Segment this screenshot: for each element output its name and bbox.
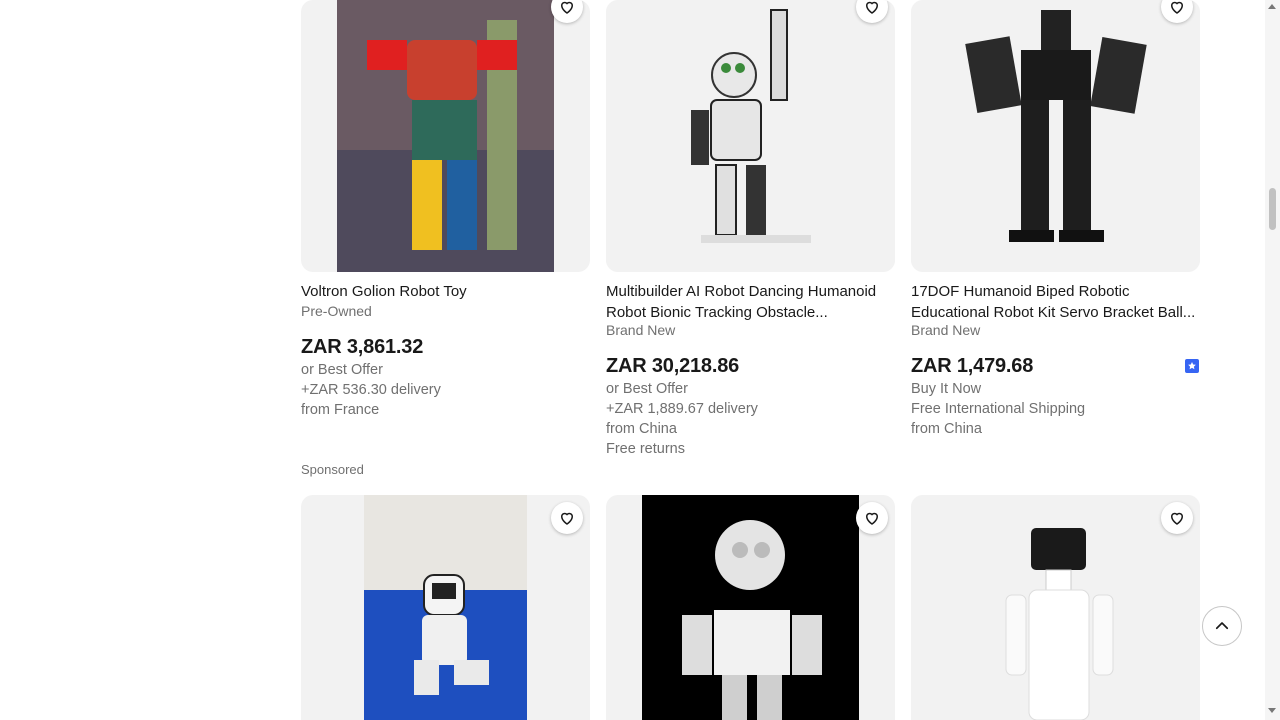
listing-image[interactable] [301, 495, 590, 720]
listing-title[interactable]: Voltron Golion Robot Toy [301, 281, 591, 302]
heart-icon [560, 1, 574, 14]
heart-icon [1170, 512, 1184, 525]
heart-icon [865, 512, 879, 525]
heart-icon [865, 1, 879, 14]
listing-price: ZAR 1,479.68 [911, 355, 1034, 377]
watch-button[interactable] [551, 0, 583, 23]
listing-image[interactable] [606, 495, 895, 720]
product-photo [642, 495, 859, 720]
product-photo [606, 0, 895, 272]
top-rated-seller-icon [1184, 358, 1200, 374]
scrollbar-thumb[interactable] [1269, 188, 1276, 230]
watch-button[interactable] [551, 502, 583, 534]
heart-icon [560, 512, 574, 525]
purchase-option: or Best Offer [606, 381, 688, 397]
listing-condition: Pre-Owned [301, 303, 372, 319]
listing-title-line-1[interactable]: Multibuilder AI Robot Dancing Humanoid [606, 281, 896, 302]
heart-icon [1170, 1, 1184, 14]
listing-title-line-2[interactable]: Robot Bionic Tracking Obstacle... [606, 302, 896, 323]
product-photo [911, 495, 1200, 720]
listing-title-line-1[interactable]: 17DOF Humanoid Biped Robotic [911, 281, 1201, 302]
listing-image[interactable] [911, 0, 1200, 272]
purchase-option: or Best Offer [301, 362, 383, 378]
scroll-up-arrow[interactable] [1268, 4, 1276, 9]
listing-condition: Brand New [911, 322, 981, 338]
watch-button[interactable] [856, 502, 888, 534]
watch-button[interactable] [1161, 502, 1193, 534]
product-photo [337, 0, 554, 272]
scrollbar[interactable] [1265, 0, 1280, 720]
sponsored-label: Sponsored [301, 462, 364, 477]
listing-price: ZAR 30,218.86 [606, 355, 740, 377]
listing-condition: Brand New [606, 322, 676, 338]
item-location: from China [606, 421, 677, 437]
chevron-up-icon [1215, 622, 1229, 630]
listing-image[interactable] [606, 0, 895, 272]
delivery-cost: +ZAR 1,889.67 delivery [606, 401, 758, 417]
back-to-top-button[interactable] [1202, 606, 1242, 646]
listing-image[interactable] [301, 0, 590, 272]
shipping-info: Free International Shipping [911, 401, 1086, 417]
item-location: from China [911, 421, 982, 437]
returns-info: Free returns [606, 441, 685, 457]
scroll-down-arrow[interactable] [1268, 708, 1276, 713]
product-photo [911, 0, 1200, 272]
listing-title-line-2[interactable]: Educational Robot Kit Servo Bracket Ball… [911, 302, 1201, 323]
product-photo [364, 495, 527, 720]
purchase-option: Buy It Now [911, 381, 982, 397]
delivery-cost: +ZAR 536.30 delivery [301, 382, 441, 398]
listing-image[interactable] [911, 495, 1200, 720]
listing-price: ZAR 3,861.32 [301, 336, 424, 358]
item-location: from France [301, 402, 380, 418]
